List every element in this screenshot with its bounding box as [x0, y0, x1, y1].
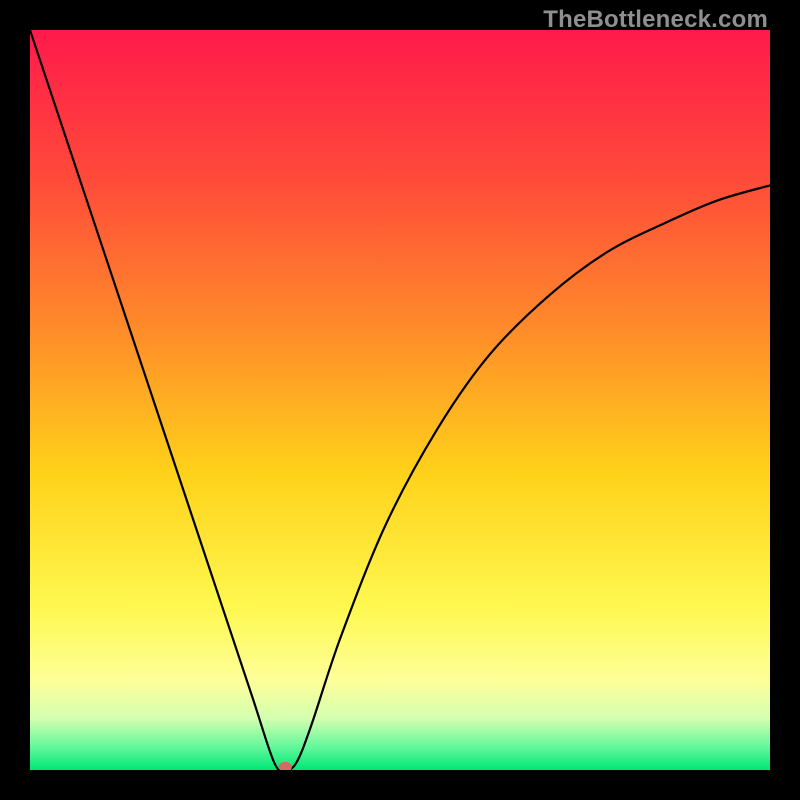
minimum-marker [279, 762, 292, 770]
curve-layer [30, 30, 770, 770]
plot-area [30, 30, 770, 770]
watermark-text: TheBottleneck.com [543, 6, 768, 34]
bottleneck-curve [30, 30, 770, 770]
chart-frame: TheBottleneck.com [0, 0, 800, 800]
